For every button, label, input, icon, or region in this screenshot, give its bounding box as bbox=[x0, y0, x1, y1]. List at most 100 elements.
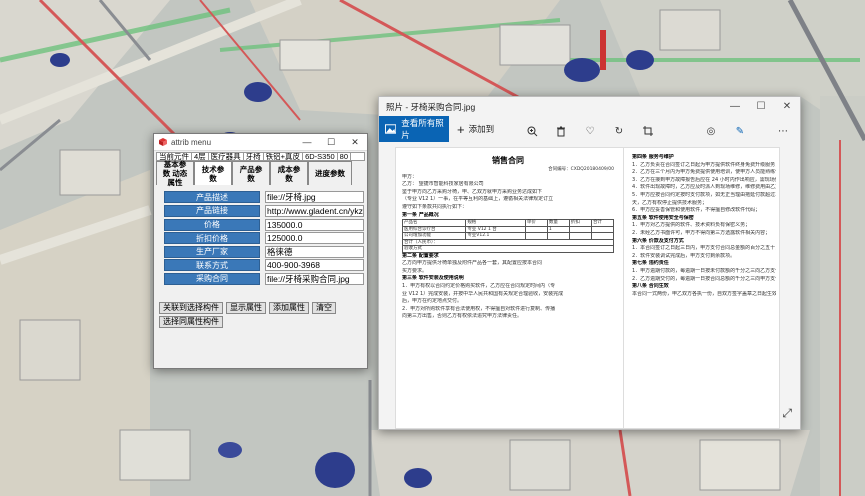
delete-icon[interactable] bbox=[554, 124, 568, 138]
field-row: 联系方式 400-900-3968 bbox=[164, 259, 364, 272]
contract-line: 鉴于甲方向乙方采购牙椅，甲、乙双方就甲方采购业务达成如下 bbox=[402, 188, 543, 195]
edit-icon[interactable]: ✎ bbox=[733, 124, 747, 138]
crop-icon[interactable] bbox=[641, 124, 655, 138]
contract-left-column: 销售合同 合同编号：CXDQ20180409/00 甲方： 乙方： 望捷市智能科… bbox=[401, 148, 615, 428]
field-row: 折扣价格 125000.0 bbox=[164, 232, 364, 245]
product-table: 产品名 规格 单价 数量 折扣 合计 医用综合诊疗台 专业 V12 1 台1 公司增加功能专… bbox=[401, 219, 615, 253]
field-row: 产品链接 http://www.gladent.cn/ykzhz bbox=[164, 204, 364, 218]
close-button[interactable]: ✕ bbox=[343, 137, 367, 148]
contract-line: 本合同一式两份，甲乙双方各执一份，自双方签字盖章之日起生效。 bbox=[632, 290, 776, 297]
select-same-attribute-button[interactable]: 选择同属性构件 bbox=[159, 316, 223, 328]
contract-line: 5．甲方应按合同约定按时支付款项，如无正当理由拖延付款超过三十 bbox=[632, 191, 776, 198]
contract-section: 第五条 软件使用安全与保密 bbox=[632, 214, 694, 221]
tab-technical-params[interactable]: 技术参数 bbox=[194, 161, 232, 185]
contract-line: 4．软件出现故障时，乙方应及时派人到现场维修，维修费用由乙方负担 bbox=[632, 184, 776, 191]
field-row: 产品描述 file://牙椅.jpg bbox=[164, 191, 364, 204]
table-cell: 验收方式 bbox=[402, 245, 614, 253]
field-label: 价格 bbox=[164, 218, 260, 231]
minimize-button[interactable]: — bbox=[722, 101, 748, 112]
tab-basic-params[interactable]: 基本参数 动态属性 bbox=[156, 160, 194, 187]
field-input[interactable]: file://牙椅采购合同.jpg bbox=[265, 272, 364, 285]
field-label: 产品描述 bbox=[164, 191, 260, 204]
contract-line: 买方要求。 bbox=[402, 267, 428, 274]
attrib-title: attrib menu bbox=[171, 137, 212, 147]
contract-title: 销售合同 bbox=[492, 156, 524, 165]
contract-line: 后，甲方在约定地点交付。 bbox=[402, 298, 463, 305]
contract-line: 2．软件安装调试完成后，甲方支付剩余款项。 bbox=[632, 252, 736, 259]
close-button[interactable]: ✕ bbox=[774, 101, 800, 112]
contract-section: 第四条 服务与维护 bbox=[632, 154, 674, 160]
current-component-label: 当前元件 bbox=[157, 153, 192, 160]
field-row: 价格 135000.0 bbox=[164, 218, 364, 231]
contract-line: 1．乙方负责在合同签订之日起为甲方提供软件终身免费升级服务； bbox=[632, 161, 776, 168]
add-attribute-button[interactable]: 添加属性 bbox=[269, 302, 309, 314]
contract-line: 1．甲方对乙方提供的软件、技术资料负有保密义务； bbox=[632, 222, 751, 229]
contract-line: 2．乙方逾期交付的，每逾期一日按合同总额的千分之三向甲方支付违约金； bbox=[632, 275, 776, 282]
field-label: 产品链接 bbox=[164, 204, 260, 217]
photos-icon bbox=[385, 124, 397, 134]
contract-line: （专业 V12 1）一事，在平等互利的基础上，遵循相关法律规定订立 bbox=[402, 196, 554, 203]
attrib-title-bar[interactable]: attrib menu — ☐ ✕ bbox=[154, 134, 367, 151]
maximize-button[interactable]: ☐ bbox=[319, 137, 343, 148]
clear-button[interactable]: 清空 bbox=[312, 302, 336, 314]
attrib-tabs: 基本参数 动态属性 技术参数 产品参数 成本参数 进度参数 bbox=[156, 160, 352, 187]
contract-line: 向第三方出售，否则乙方有权依法追究甲方法律责任。 bbox=[402, 313, 523, 320]
tab-progress-params[interactable]: 进度参数 bbox=[308, 161, 352, 185]
add-to-button[interactable]: + 添加到 bbox=[457, 122, 494, 137]
field-label: 折扣价格 bbox=[164, 232, 260, 245]
contract-line: 1．甲方逾期付款的，每逾期一日按未付款额的千分之三向乙方支付违约金； bbox=[632, 267, 776, 274]
contract-line: 乙方向甲方提供牙椅单独及附件产品各一套，其配置应按本合同 bbox=[402, 260, 543, 267]
contract-section: 第七条 违约责任 bbox=[632, 260, 669, 267]
tab-cost-params[interactable]: 成本参数 bbox=[270, 161, 308, 185]
field-input[interactable]: http://www.gladent.cn/ykzhz bbox=[265, 204, 364, 217]
minimize-button[interactable]: — bbox=[295, 137, 319, 147]
field-input[interactable]: 格徕德 bbox=[265, 245, 364, 258]
field-label: 联系方式 bbox=[164, 259, 260, 272]
app-icon bbox=[159, 137, 167, 146]
contract-line: 2．乙方在三个月内为甲方免费提供使用培训，使甲方人员能熟练使用 bbox=[632, 169, 776, 176]
page-fold bbox=[623, 148, 624, 428]
dental-chair bbox=[564, 58, 600, 82]
view-all-label: 查看所有照片 bbox=[401, 118, 444, 140]
maximize-button[interactable]: ☐ bbox=[748, 101, 774, 112]
enhance-icon[interactable]: ◎ bbox=[704, 124, 718, 138]
show-attributes-button[interactable]: 显示属性 bbox=[226, 302, 266, 314]
contract-line: 1．本合同签订之日起三日内，甲方支付合同总金额的百分之五十； bbox=[632, 245, 776, 252]
current-model: 6D-S350 bbox=[303, 153, 338, 160]
contract-line: 天，乙方有权停止提供技术服务； bbox=[632, 199, 708, 206]
attribute-fields: 产品描述 file://牙椅.jpg 产品链接 http://www.gladent… bbox=[164, 191, 364, 286]
table-row: 验收方式 bbox=[402, 245, 614, 253]
zoom-in-icon[interactable] bbox=[525, 124, 539, 138]
current-category: 医疗器具 bbox=[209, 153, 244, 160]
photos-title-bar[interactable]: 照片 - 牙椅采购合同.jpg — ☐ ✕ bbox=[379, 97, 800, 116]
rotate-icon[interactable]: ↻ bbox=[612, 124, 626, 138]
photos-title: 照片 - 牙椅采购合同.jpg bbox=[386, 101, 476, 112]
attrib-buttons: 关联到选择构件 显示属性 添加属性 清空 选择同属性构件 bbox=[159, 302, 364, 328]
current-material: 铁铝+真皮 bbox=[264, 153, 304, 160]
plus-icon: + bbox=[457, 121, 465, 137]
contract-number: 合同编号：CXDQ20180409/00 bbox=[548, 167, 614, 172]
field-input[interactable]: 125000.0 bbox=[265, 232, 364, 245]
favorite-icon[interactable]: ♡ bbox=[583, 124, 597, 138]
field-input[interactable]: file://牙椅.jpg bbox=[265, 191, 364, 204]
tab-product-params[interactable]: 产品参数 bbox=[232, 161, 270, 185]
contract-section: 第三条 软件安装及使用说明 bbox=[402, 275, 464, 282]
contract-right-column: 第四条 服务与维护 1．乙方负责在合同签订之日起为甲方提供软件终身免费升级服务；… bbox=[632, 154, 776, 428]
field-input[interactable]: 400-900-3968 bbox=[265, 259, 364, 272]
link-to-selected-button[interactable]: 关联到选择构件 bbox=[159, 302, 223, 314]
contract-line: 3．乙方在接到甲方故障报告后应在 24 小时内作出响应，需现场处理 bbox=[632, 176, 776, 183]
more-icon[interactable]: ⋯ bbox=[776, 124, 790, 138]
contract-section: 第二条 配置要求 bbox=[402, 252, 439, 259]
field-label: 生产厂家 bbox=[164, 245, 260, 258]
field-row: 生产厂家 格徕德 bbox=[164, 245, 364, 258]
contract-line: 业 V12 1）完成安装，并按中华人民共和国有关规定合理验收，安装完成 bbox=[402, 290, 564, 297]
fullscreen-icon[interactable]: ⤢ bbox=[782, 406, 792, 421]
current-type: 牙椅 bbox=[244, 153, 264, 160]
view-all-photos-button[interactable]: 查看所有照片 bbox=[379, 116, 449, 142]
contract-image: 销售合同 合同编号：CXDQ20180409/00 甲方： 乙方： 望捷市智能科… bbox=[395, 147, 780, 429]
contract-line: 2．甲方对所购软件享有合法使用权，不得擅自对软件进行复制、传播 bbox=[402, 305, 556, 312]
field-input[interactable]: 135000.0 bbox=[265, 218, 364, 231]
attrib-menu-window: attrib menu — ☐ ✕ 当前元件 4层 医疗器具 牙椅 铁铝+真皮 … bbox=[153, 133, 368, 369]
add-to-label: 添加到 bbox=[468, 124, 495, 134]
contract-line: 遵守如下条款共同执行如下： bbox=[402, 203, 468, 210]
